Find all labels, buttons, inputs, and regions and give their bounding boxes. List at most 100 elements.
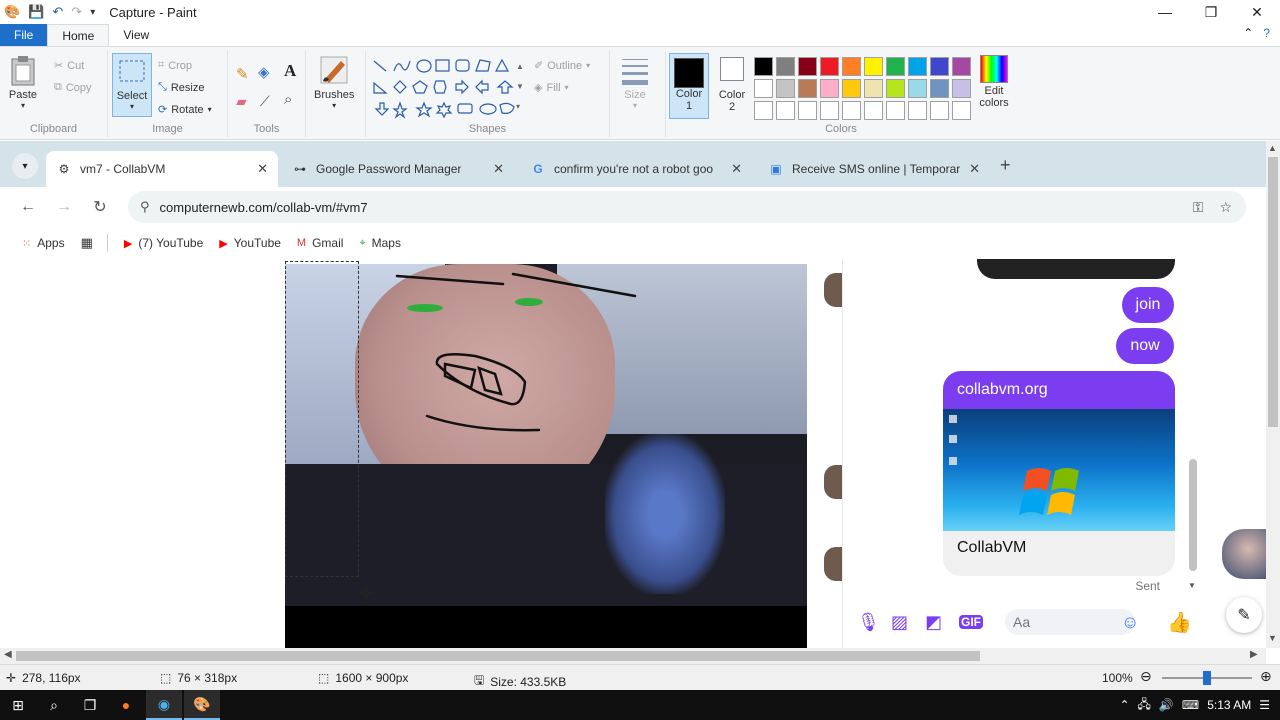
color-swatch[interactable] xyxy=(820,57,839,76)
shapes-gallery[interactable] xyxy=(370,57,522,119)
select-button[interactable]: Select ▾ xyxy=(112,53,152,117)
search-icon[interactable]: ⌕ xyxy=(36,690,72,720)
fill-bucket-icon[interactable]: ◈ xyxy=(258,63,270,81)
crop-button[interactable]: ⌗ Crop xyxy=(158,59,192,72)
eraser-icon[interactable]: ▰ xyxy=(236,93,247,110)
tab-search-dropdown-icon[interactable]: ▾ xyxy=(12,153,38,179)
browser-tab-sms[interactable]: ▣ Receive SMS online | Temporar ✕ xyxy=(758,151,990,187)
close-button[interactable]: ✕ xyxy=(1234,0,1280,24)
shapes-scroll[interactable]: ▲ ▼ ▾ xyxy=(516,57,524,117)
color-swatch[interactable] xyxy=(754,101,773,120)
zoom-out-icon[interactable]: ⊖ xyxy=(1140,668,1152,685)
back-arrow-icon[interactable]: ← xyxy=(10,198,46,216)
collapse-ribbon-icon[interactable]: ⌃ xyxy=(1243,26,1253,40)
resize-button[interactable]: ⤡ Resize xyxy=(158,81,204,94)
task-view-icon[interactable]: ❐ xyxy=(72,690,108,720)
paste-button[interactable]: Paste ▾ xyxy=(8,55,38,110)
color-swatch[interactable] xyxy=(886,101,905,120)
color-swatch[interactable] xyxy=(842,57,861,76)
color-swatch[interactable] xyxy=(952,57,971,76)
tab-close-icon[interactable]: ✕ xyxy=(493,161,504,177)
message-input[interactable] xyxy=(1005,609,1135,635)
paint-taskbar-icon[interactable]: 🎨 xyxy=(184,690,220,720)
color-swatch[interactable] xyxy=(930,79,949,98)
vertical-scroll-thumb[interactable] xyxy=(1268,157,1278,427)
color-swatch[interactable] xyxy=(908,101,927,120)
color-swatch[interactable] xyxy=(776,57,795,76)
chat-scrollbar[interactable]: ▼ xyxy=(1186,259,1198,596)
cut-button[interactable]: ✂ Cut xyxy=(54,59,84,73)
color-swatch[interactable] xyxy=(798,101,817,120)
scroll-right-icon[interactable]: ▶ xyxy=(1250,649,1258,660)
bookmark-apps[interactable]: ⁙ Apps xyxy=(22,236,65,250)
color-swatch[interactable] xyxy=(864,57,883,76)
pencil-icon[interactable]: ✎ xyxy=(236,65,249,83)
new-tab-button[interactable]: + xyxy=(1000,155,1011,176)
color-swatch[interactable] xyxy=(754,57,773,76)
notifications-icon[interactable]: ☰ xyxy=(1259,698,1270,712)
quick-access-dropdown-icon[interactable]: ▾ xyxy=(90,7,95,18)
keyboard-icon[interactable]: ⌨ xyxy=(1182,698,1199,712)
color1-button[interactable]: Color 1 xyxy=(669,53,709,119)
volume-icon[interactable]: 🔊 xyxy=(1159,698,1174,712)
microphone-icon[interactable]: 🎙 xyxy=(857,612,880,633)
scroll-up-icon[interactable]: ▲ xyxy=(1268,143,1277,153)
site-settings-icon[interactable]: ⚲ xyxy=(140,199,150,215)
bookmark-star-icon[interactable]: ☆ xyxy=(1219,199,1232,216)
minimize-button[interactable]: — xyxy=(1142,0,1188,24)
bookmark-maps[interactable]: ⌖ Maps xyxy=(359,236,401,250)
save-icon[interactable]: 💾 xyxy=(28,4,44,20)
tab-close-icon[interactable]: ✕ xyxy=(969,161,980,177)
tray-chevron-icon[interactable]: ⌃ xyxy=(1119,698,1129,712)
color-swatch[interactable] xyxy=(820,101,839,120)
bookmark-gmail[interactable]: M Gmail xyxy=(297,236,344,250)
bookmark-grid[interactable]: ▦ xyxy=(81,235,93,251)
color-swatch[interactable] xyxy=(864,101,883,120)
selection-rectangle[interactable] xyxy=(285,261,359,577)
magnifier-icon[interactable]: ⌕ xyxy=(284,91,292,108)
undo-icon[interactable]: ↶ xyxy=(52,4,63,20)
bookmark-youtube-7[interactable]: ▶ (7) YouTube xyxy=(124,236,203,250)
zoom-slider-knob[interactable] xyxy=(1203,671,1211,685)
canvas-image[interactable]: ▾ ⚙ vm7 - CollabVM ✕ ⊶ Google Password M… xyxy=(0,141,1266,648)
tab-close-icon[interactable]: ✕ xyxy=(731,161,742,177)
browser-tab-google[interactable]: G confirm you're not a robot goo ✕ xyxy=(520,151,752,187)
color-swatch[interactable] xyxy=(798,57,817,76)
tab-view[interactable]: View xyxy=(109,24,163,46)
browser-tab-collabvm[interactable]: ⚙ vm7 - CollabVM ✕ xyxy=(46,151,278,187)
color-swatch[interactable] xyxy=(952,79,971,98)
network-icon[interactable]: 🖧 xyxy=(1138,695,1151,716)
color-swatch[interactable] xyxy=(886,79,905,98)
firefox-icon[interactable]: ● xyxy=(108,690,144,720)
color-swatch[interactable] xyxy=(930,101,949,120)
color-swatch[interactable] xyxy=(754,79,773,98)
color-swatch[interactable] xyxy=(820,79,839,98)
color-swatch[interactable] xyxy=(842,79,861,98)
color-picker-icon[interactable]: ⟋ xyxy=(260,93,270,110)
maximize-button[interactable]: ❐ xyxy=(1188,0,1234,24)
outline-button[interactable]: ✐ Outline ▾ xyxy=(534,59,590,73)
fill-button[interactable]: ◈ Fill ▾ xyxy=(534,81,569,95)
scroll-left-icon[interactable]: ◀ xyxy=(4,649,12,660)
color-swatch[interactable] xyxy=(908,79,927,98)
forward-arrow-icon[interactable]: → xyxy=(46,198,82,216)
color-swatch[interactable] xyxy=(798,79,817,98)
horizontal-scroll-thumb[interactable] xyxy=(16,651,980,661)
rotate-button[interactable]: ⟳ Rotate ▾ xyxy=(158,103,212,117)
emoji-icon[interactable]: ☺ xyxy=(1121,612,1139,633)
size-button[interactable]: Size ▾ xyxy=(620,55,650,110)
start-button-windows-icon[interactable]: ⊞ xyxy=(0,690,36,720)
redo-icon[interactable]: ↷ xyxy=(71,4,82,20)
help-icon[interactable]: ? xyxy=(1263,26,1270,40)
chat-head-avatar[interactable] xyxy=(1222,529,1266,579)
tab-file[interactable]: File xyxy=(0,24,48,46)
vertical-scrollbar[interactable]: ▲ ▼ xyxy=(1266,141,1280,648)
reload-icon[interactable]: ↻ xyxy=(82,197,118,217)
color-swatch[interactable] xyxy=(864,79,883,98)
tab-close-icon[interactable]: ✕ xyxy=(257,161,268,177)
zoom-in-icon[interactable]: ⊕ xyxy=(1260,668,1272,685)
sticker-icon[interactable]: ◩ xyxy=(925,612,942,633)
edit-colors-button[interactable]: Edit colors xyxy=(974,55,1014,109)
browser-tab-password-manager[interactable]: ⊶ Google Password Manager ✕ xyxy=(282,151,514,187)
password-key-icon[interactable]: ⚿ xyxy=(1193,199,1204,216)
